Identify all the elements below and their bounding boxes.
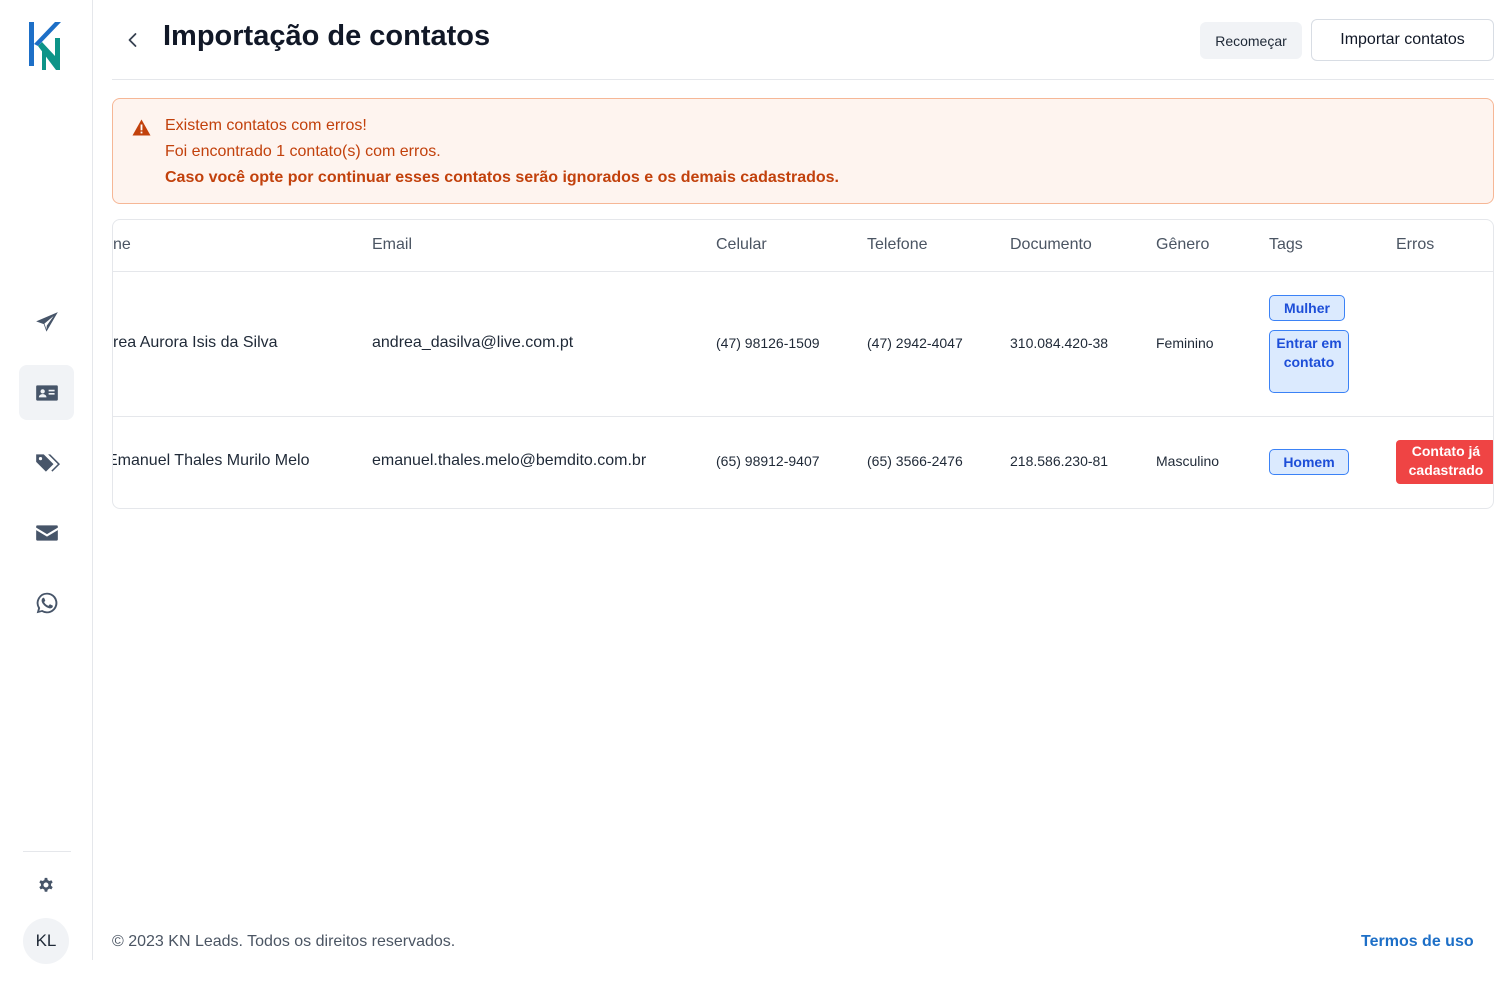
alert-message: Foi encontrado 1 contato(s) com erros.	[165, 143, 441, 160]
column-header-name: ne	[113, 236, 131, 253]
column-header-gender: Gênero	[1156, 236, 1210, 253]
column-header-phone: Telefone	[867, 236, 928, 253]
footer-copyright: © 2023 KN Leads. Todos os direitos reser…	[112, 933, 456, 950]
envelope-icon	[35, 524, 58, 541]
tag-badge[interactable]: Homem	[1269, 449, 1349, 475]
error-badge: Contato já cadastrado	[1396, 440, 1493, 484]
table-row: Emanuel Thales Murilo Melo emanuel.thale…	[112, 417, 1493, 508]
paper-plane-icon	[35, 311, 58, 332]
cell-email: andrea_dasilva@live.com.pt	[372, 334, 574, 351]
column-header-document: Documento	[1010, 236, 1092, 253]
cell-email: emanuel.thales.melo@bemdito.com.br	[372, 452, 647, 469]
sidebar: KL	[0, 0, 93, 964]
chevron-left-icon	[128, 33, 137, 47]
cell-document: 310.084.420-38	[1010, 335, 1109, 351]
table-header: ne Email Celular Telefone Documento Gêne…	[113, 220, 1493, 272]
error-alert: Existem contatos com erros! Foi encontra…	[112, 98, 1494, 204]
column-header-tags: Tags	[1269, 236, 1303, 253]
warning-icon	[132, 119, 151, 136]
contacts-table: ne Email Celular Telefone Documento Gêne…	[112, 219, 1494, 509]
cell-gender: Masculino	[1156, 453, 1220, 469]
sidebar-divider	[23, 851, 71, 852]
column-header-email: Email	[372, 236, 413, 253]
sidebar-item-whatsapp[interactable]	[19, 575, 74, 630]
back-button[interactable]	[122, 24, 144, 56]
kn-logo[interactable]	[25, 18, 69, 72]
page-title: Importação de contatos	[163, 20, 491, 52]
cell-phone: (47) 2942-4047	[867, 335, 963, 351]
column-header-errors: Erros	[1396, 236, 1435, 253]
cell-mobile: (47) 98126-1509	[716, 335, 820, 351]
tags-icon	[35, 453, 60, 472]
sidebar-item-tags[interactable]	[19, 435, 74, 490]
cell-name: rea Aurora Isis da Silva	[113, 334, 278, 351]
cell-mobile: (65) 98912-9407	[716, 453, 820, 469]
column-header-mobile: Celular	[716, 236, 767, 253]
settings-button[interactable]	[35, 874, 57, 896]
tag-badge[interactable]: Entrar em contato	[1269, 330, 1349, 393]
table-row: rea Aurora Isis da Silva andrea_dasilva@…	[113, 272, 1493, 417]
sidebar-item-campaigns[interactable]	[19, 295, 74, 350]
sidebar-item-contacts[interactable]	[19, 365, 74, 420]
tag-badge[interactable]: Mulher	[1269, 295, 1345, 321]
user-avatar[interactable]: KL	[23, 918, 69, 964]
cell-phone: (65) 3566-2476	[867, 453, 963, 469]
import-contacts-button[interactable]: Importar contatos	[1311, 19, 1494, 61]
contact-card-icon	[35, 384, 58, 401]
sidebar-item-email[interactable]	[19, 505, 74, 560]
alert-warning: Caso você opte por continuar esses conta…	[165, 169, 839, 186]
page-header: Importação de contatos Recomeçar Importa…	[112, 0, 1494, 80]
cell-gender: Feminino	[1156, 335, 1214, 351]
terms-link[interactable]: Termos de uso	[1361, 933, 1474, 951]
gear-icon	[39, 877, 53, 892]
whatsapp-icon	[36, 592, 57, 613]
alert-title: Existem contatos com erros!	[165, 117, 367, 134]
restart-button[interactable]: Recomeçar	[1200, 22, 1302, 59]
cell-document: 218.586.230-81	[1010, 453, 1109, 469]
cell-name: Emanuel Thales Murilo Melo	[112, 452, 310, 469]
